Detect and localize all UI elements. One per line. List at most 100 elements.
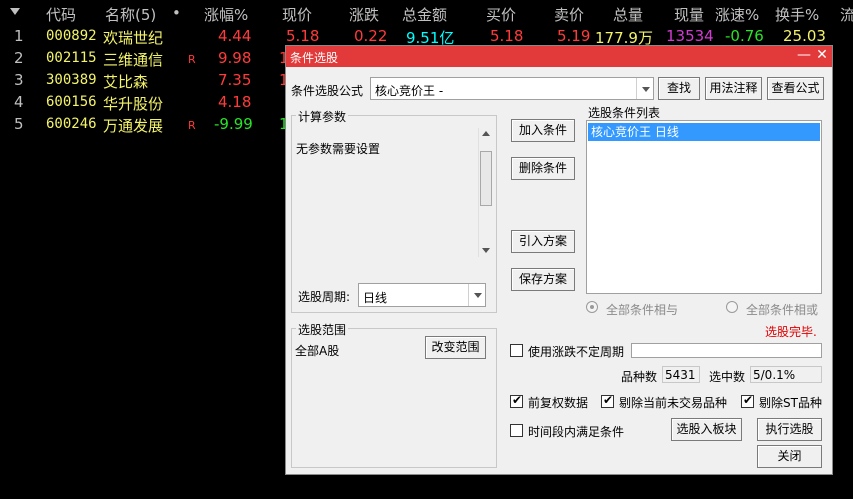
scroll-thumb[interactable] <box>480 151 492 206</box>
period-select[interactable]: 日线 <box>358 283 486 307</box>
conditions-list[interactable]: 核心竞价王 日线 <box>586 120 822 294</box>
diff: 0.22 <box>354 27 388 45</box>
sort-down-icon[interactable] <box>10 8 20 15</box>
usage-notes-button[interactable]: 用法注释 <box>705 77 762 100</box>
radio-and[interactable] <box>586 301 598 313</box>
stock-name: 欢瑞世纪 <box>103 29 164 47</box>
stock-code: 600246 <box>46 116 97 132</box>
stock-code: 300389 <box>46 72 97 88</box>
col-bid[interactable]: 买价 <box>486 4 516 25</box>
close-button[interactable]: 关闭 <box>757 445 822 468</box>
chevron-down-icon[interactable] <box>636 78 653 99</box>
count-label: 品种数 <box>621 370 658 384</box>
stock-name: 华升股份 <box>103 95 164 113</box>
save-scheme-button[interactable]: 保存方案 <box>511 268 575 291</box>
pre-adjust-label[interactable]: 前复权数据 <box>528 394 588 411</box>
change-pct: -9.99 <box>214 115 253 133</box>
stock-name: 艾比森 <box>103 73 149 91</box>
col-amount[interactable]: 总金额 <box>402 4 447 25</box>
pre-adjust-checkbox[interactable] <box>510 393 523 408</box>
scroll-down-icon[interactable] <box>482 248 490 253</box>
find-button[interactable]: 查找 <box>658 77 700 100</box>
col-dot: • <box>172 4 181 22</box>
count-box: 5431 <box>662 366 700 383</box>
col-volume[interactable]: 总量 <box>613 4 643 25</box>
time-range-label[interactable]: 时间段内满足条件 <box>528 423 624 440</box>
chevron-down-icon[interactable] <box>468 284 485 306</box>
exclude-st-label[interactable]: 剔除ST品种 <box>759 394 822 411</box>
row-index: 4 <box>14 93 24 111</box>
radio-or-label[interactable]: 全部条件相或 <box>746 301 818 318</box>
stock-name: 万通发展 <box>103 117 164 135</box>
stock-name: 三维通信 <box>103 51 164 69</box>
count-value: 5431 <box>665 368 696 382</box>
dialog-titlebar[interactable]: 条件选股 — ✕ <box>286 46 832 67</box>
change-range-button[interactable]: 改变范围 <box>425 336 486 359</box>
grid-header: 代码 名称(5) • 涨幅% 现价 涨跌 总金额 买价 卖价 总量 现量 涨速%… <box>0 0 853 26</box>
minimize-icon[interactable]: — <box>796 47 812 63</box>
col-change-pct[interactable]: 涨幅% <box>204 4 248 25</box>
formula-value: 核心竞价王 - <box>375 84 444 98</box>
use-period-label[interactable]: 使用涨跌不定周期 <box>528 343 624 360</box>
delete-condition-button[interactable]: 删除条件 <box>511 157 575 180</box>
params-text: 无参数需要设置 <box>296 142 381 156</box>
col-turnover[interactable]: 换手% <box>775 4 819 25</box>
to-board-button[interactable]: 选股入板块 <box>671 418 742 441</box>
change-pct: 9.98 <box>218 49 252 67</box>
close-icon[interactable]: ✕ <box>814 47 830 63</box>
table-row[interactable]: 1 000892 欢瑞世纪 4.44 5.18 0.22 9.51亿 5.18 … <box>0 25 853 47</box>
radio-or[interactable] <box>726 301 738 313</box>
col-diff[interactable]: 涨跌 <box>349 4 379 25</box>
col-ask[interactable]: 卖价 <box>554 4 584 25</box>
time-range-checkbox[interactable] <box>510 424 523 437</box>
condition-select-dialog: 条件选股 — ✕ 条件选股公式 核心竞价王 - 查找 用法注释 查看公式 计算参… <box>285 45 833 475</box>
col-code[interactable]: 代码 <box>46 4 76 25</box>
col-speed[interactable]: 涨速% <box>715 4 759 25</box>
stock-code: 000892 <box>46 28 97 44</box>
price: 5.18 <box>286 27 320 45</box>
row-index: 3 <box>14 71 24 89</box>
execute-button[interactable]: 执行选股 <box>757 418 822 441</box>
conditions-list-label: 选股条件列表 <box>588 106 661 120</box>
stock-code: 600156 <box>46 94 97 110</box>
params-group-title: 计算参数 <box>296 108 349 125</box>
margin-flag: R <box>188 119 196 132</box>
exclude-untraded-checkbox[interactable] <box>601 393 614 408</box>
formula-select[interactable]: 核心竞价王 - <box>370 77 654 100</box>
period-label: 选股周期: <box>298 290 351 304</box>
turnover: 25.03 <box>783 27 826 45</box>
radio-and-label[interactable]: 全部条件相与 <box>606 301 678 318</box>
speed: -0.76 <box>725 27 764 45</box>
period-value: 日线 <box>363 291 388 305</box>
scroll-up-icon[interactable] <box>482 131 490 136</box>
col-more[interactable]: 流 <box>840 4 853 25</box>
params-scrollbar[interactable] <box>478 128 493 257</box>
ask: 5.19 <box>557 27 591 45</box>
change-pct: 7.35 <box>218 71 252 89</box>
exclude-untraded-label[interactable]: 剔除当前未交易品种 <box>619 394 727 411</box>
row-index: 2 <box>14 49 24 67</box>
selected-value: 5/0.1% <box>753 368 796 382</box>
dialog-title: 条件选股 <box>290 51 339 65</box>
use-period-checkbox[interactable] <box>510 344 523 357</box>
row-index: 5 <box>14 115 24 133</box>
range-value: 全部A股 <box>295 344 340 358</box>
bid: 5.18 <box>490 27 524 45</box>
add-condition-button[interactable]: 加入条件 <box>511 119 575 142</box>
col-name[interactable]: 名称(5) <box>105 4 156 25</box>
margin-flag: R <box>188 53 196 66</box>
cur-vol: 13534 <box>666 27 714 45</box>
selected-box: 5/0.1% <box>750 366 822 383</box>
formula-label: 条件选股公式 <box>291 84 364 98</box>
view-formula-button[interactable]: 查看公式 <box>767 77 824 100</box>
period-input[interactable] <box>631 343 822 358</box>
stock-code: 002115 <box>46 50 97 66</box>
list-item[interactable]: 核心竞价王 日线 <box>588 123 820 141</box>
col-cur-vol[interactable]: 现量 <box>674 4 704 25</box>
col-price[interactable]: 现价 <box>282 4 312 25</box>
selected-label: 选中数 <box>709 370 746 384</box>
import-scheme-button[interactable]: 引入方案 <box>511 230 575 253</box>
exclude-st-checkbox[interactable] <box>741 393 754 408</box>
range-group-title: 选股范围 <box>296 321 349 338</box>
status-text: 选股完毕. <box>765 325 817 339</box>
